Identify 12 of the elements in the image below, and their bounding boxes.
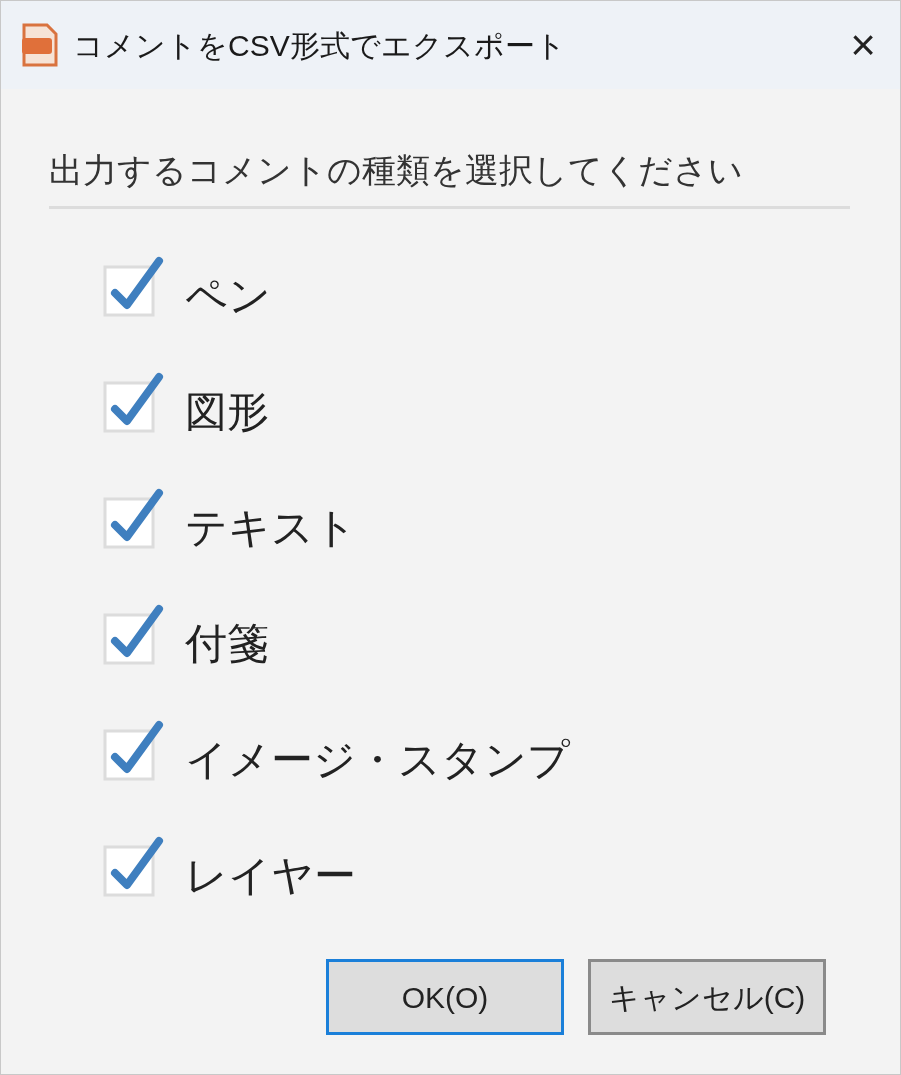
- checkbox-label[interactable]: 図形: [185, 391, 269, 433]
- checkbox-label[interactable]: 付箋: [185, 623, 269, 665]
- close-button[interactable]: ×: [850, 23, 876, 67]
- section-heading: 出力するコメントの種類を選択してください: [49, 150, 744, 191]
- checkbox-label[interactable]: イメージ・スタンプ: [185, 739, 570, 781]
- dialog-button[interactable]: キャンセル(C): [588, 959, 826, 1035]
- checkbox-label[interactable]: ペン: [185, 275, 271, 317]
- dialog-button[interactable]: OK(O): [326, 959, 564, 1035]
- window-title: コメントをCSV形式でエクスポート: [73, 27, 566, 64]
- checkbox-label[interactable]: レイヤー: [185, 855, 356, 897]
- document-icon: [21, 22, 59, 68]
- checkbox-label[interactable]: テキスト: [185, 507, 357, 549]
